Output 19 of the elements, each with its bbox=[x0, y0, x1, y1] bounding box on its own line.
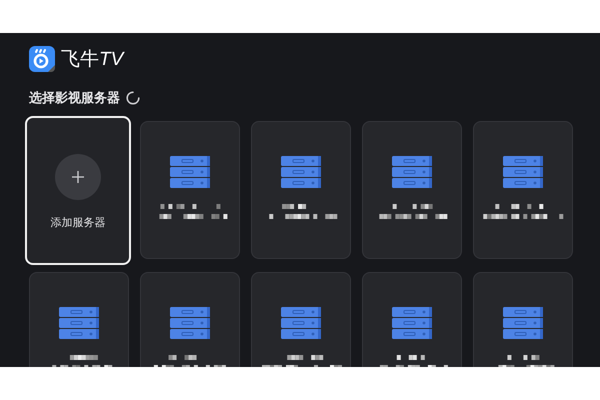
add-server-card[interactable]: 添加服务器 bbox=[25, 116, 131, 265]
server-card[interactable] bbox=[473, 121, 573, 259]
add-icon bbox=[55, 154, 101, 200]
server-icon bbox=[392, 156, 432, 188]
server-icon bbox=[503, 307, 543, 339]
server-icon bbox=[170, 156, 210, 188]
server-card[interactable] bbox=[140, 121, 240, 259]
server-icon bbox=[392, 307, 432, 339]
server-icon bbox=[170, 307, 210, 339]
server-card[interactable] bbox=[251, 121, 351, 259]
server-icon bbox=[281, 307, 321, 339]
app-name: 飞牛TV bbox=[61, 48, 124, 72]
server-icon bbox=[281, 156, 321, 188]
server-icon bbox=[503, 156, 543, 188]
app-logo-icon bbox=[29, 46, 55, 72]
section-heading: 选择影视服务器 bbox=[29, 90, 120, 107]
server-card[interactable] bbox=[362, 121, 462, 259]
add-server-label: 添加服务器 bbox=[50, 215, 106, 230]
server-icon bbox=[59, 307, 99, 339]
